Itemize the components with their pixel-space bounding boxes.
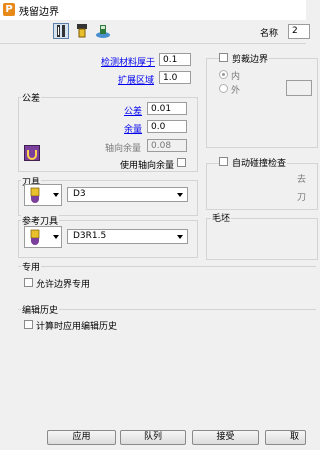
window-title: 残留边界	[19, 7, 59, 18]
cancel-button[interactable]: 取消	[265, 430, 306, 445]
trim-disabled-field	[286, 80, 312, 96]
collision-right-label-1: 去	[297, 175, 307, 185]
ref-tool-select[interactable]: D3R1.5	[67, 229, 188, 244]
axial-allowance-input: 0.08	[147, 139, 187, 152]
tool-holder-icon[interactable]	[74, 23, 90, 39]
radio-outer-label: 外	[231, 86, 241, 96]
tolerance-group-title: 公差	[21, 91, 42, 104]
chevron-down-icon	[53, 193, 59, 197]
chevron-down-icon	[177, 193, 183, 197]
thickness-input[interactable]: 0.1	[159, 53, 191, 66]
thickness-label[interactable]: 检测材料厚于	[101, 55, 155, 68]
blank-group-title: 毛坯	[211, 211, 232, 224]
tool-select[interactable]: D3	[67, 187, 188, 202]
radio-inner[interactable]	[219, 70, 228, 79]
apply-history-checkbox[interactable]	[24, 320, 33, 329]
toolbar-divider	[0, 43, 306, 44]
collision-group-title: 自动碰撞检查	[219, 156, 288, 169]
collision-right-label-2: 刀	[297, 193, 307, 203]
expand-input[interactable]: 1.0	[159, 71, 191, 84]
history-group-title: 编辑历史	[21, 303, 60, 316]
collision-label: 自动碰撞检查	[232, 159, 287, 169]
axial-allowance-label: 轴向余量	[105, 144, 142, 154]
name-field[interactable]: 2	[288, 24, 310, 39]
special-group-title: 专用	[21, 260, 42, 273]
chevron-down-icon	[53, 235, 59, 239]
collision-checkbox[interactable]	[219, 157, 228, 166]
tool-picker[interactable]	[24, 184, 62, 206]
accept-button[interactable]: 接受	[192, 430, 259, 445]
tool-shape-icon[interactable]	[95, 23, 111, 39]
tolerance-tool-icon[interactable]	[24, 145, 40, 161]
use-axial-label: 使用轴向余量	[120, 161, 175, 171]
tolerance-label[interactable]: 公差	[124, 104, 142, 117]
chevron-down-icon	[177, 235, 183, 239]
trim-group-title: 剪裁边界	[219, 52, 270, 65]
tool-select-value: D3	[73, 189, 86, 199]
allowance-input[interactable]: 0.0	[147, 120, 187, 133]
ref-tool-picker[interactable]	[24, 226, 62, 248]
name-label: 名称	[260, 29, 279, 39]
history-divider	[18, 309, 316, 310]
app-logo-icon: P	[3, 3, 15, 16]
title-bar: P 残留边界	[0, 0, 306, 20]
trim-checkbox[interactable]	[219, 53, 228, 62]
tolerance-input[interactable]: 0.01	[147, 102, 187, 115]
apply-history-label: 计算时应用编辑历史	[36, 322, 118, 332]
radio-outer[interactable]	[219, 84, 228, 93]
expand-label[interactable]: 扩展区域	[118, 73, 154, 86]
allow-boundary-checkbox[interactable]	[24, 278, 33, 287]
allow-boundary-label: 允许边界专用	[36, 280, 91, 290]
ref-tool-select-value: D3R1.5	[73, 231, 107, 241]
queue-button[interactable]: 队列	[120, 430, 186, 445]
ref-tool-icon	[30, 229, 40, 245]
apply-button[interactable]: 应用	[47, 430, 116, 445]
blank-group	[206, 218, 318, 260]
radio-inner-label: 内	[231, 72, 241, 82]
special-divider	[18, 266, 316, 267]
use-axial-checkbox[interactable]	[177, 158, 186, 167]
boundary-params-icon[interactable]	[53, 23, 69, 39]
tool-icon	[30, 187, 40, 203]
allowance-label[interactable]: 余量	[124, 122, 142, 135]
